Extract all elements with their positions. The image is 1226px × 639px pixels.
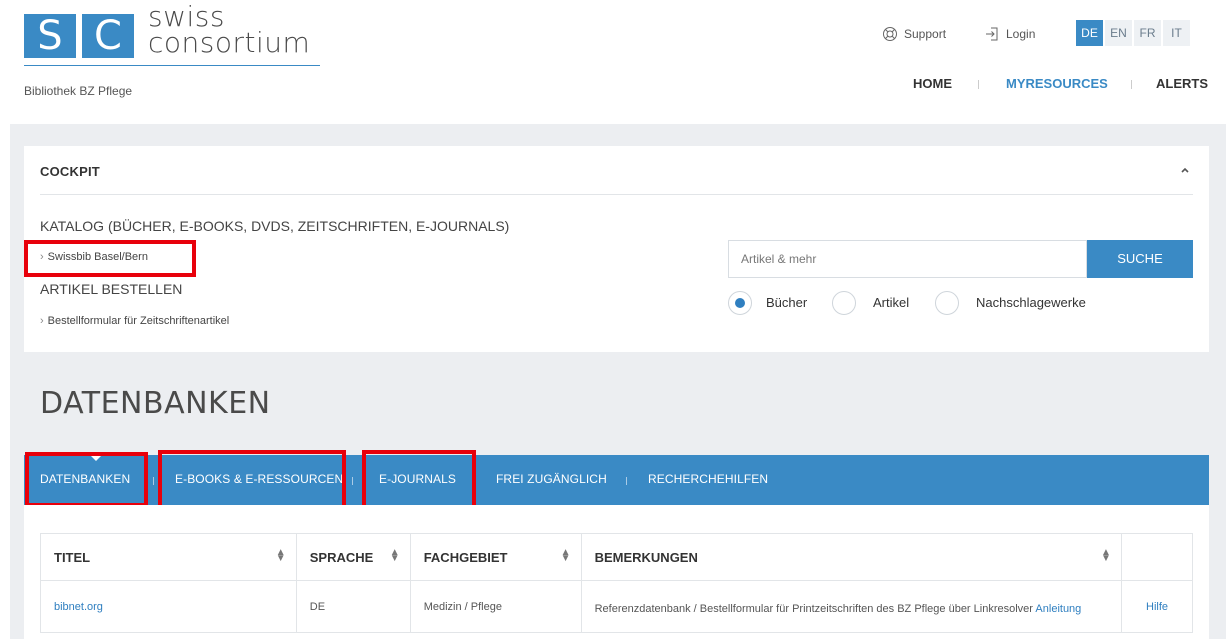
login-link[interactable]: Login	[984, 24, 1035, 44]
radio-nachschlagewerke[interactable]	[935, 291, 959, 315]
databases-title: DATENBANKEN	[40, 386, 271, 421]
help-link[interactable]: Hilfe	[1146, 601, 1168, 613]
anleitung-link[interactable]: Anleitung	[1035, 603, 1081, 615]
tab-recherchehilfen[interactable]: RECHERCHEHILFEN	[648, 472, 768, 486]
login-icon	[986, 27, 998, 41]
column-header-actions	[1121, 533, 1193, 581]
row-language: DE	[295, 580, 411, 633]
library-name: Bibliothek BZ Pflege	[24, 84, 133, 98]
lang-it[interactable]: IT	[1163, 20, 1190, 46]
bestellformular-link[interactable]: › Bestellformular für Zeitschriftenartike…	[40, 315, 229, 327]
cockpit-divider	[40, 194, 1193, 195]
support-link[interactable]: Support	[882, 24, 946, 44]
tab-frei-zugaenglich[interactable]: FREI ZUGÄNGLICH	[496, 472, 607, 486]
sort-icon[interactable]: ▲ ▼	[276, 548, 286, 564]
radio-buecher[interactable]	[728, 291, 752, 315]
logo-wordmark: swiss consortium	[148, 3, 311, 59]
highlight-box-datenbanken	[25, 452, 148, 507]
logo-letter-s: S	[24, 14, 76, 58]
table-header-row: TITEL ▲ ▼ SPRACHE ▲ ▼ FACHGEBIET ▲ ▼ BEMERKUNG…	[40, 533, 1193, 581]
radio-artikel[interactable]	[832, 291, 856, 315]
login-label: Login	[1006, 27, 1036, 41]
table-row: bibnet.org DE Medizin / Pflege Referenzd…	[40, 580, 1193, 633]
lang-de[interactable]: DE	[1076, 20, 1103, 46]
tab-separator	[352, 477, 353, 485]
nav-separator	[978, 80, 979, 89]
radio-nachschlagewerke-label: Nachschlagewerke	[976, 295, 1086, 310]
row-title[interactable]: bibnet.org	[40, 580, 297, 633]
support-label: Support	[904, 27, 947, 41]
chevron-right-icon: ›	[40, 315, 44, 327]
sort-icon[interactable]: ▲ ▼	[561, 548, 571, 564]
column-header-titel[interactable]: TITEL ▲ ▼	[40, 533, 297, 581]
nav-myresources[interactable]: MYRESOURCES	[1006, 76, 1108, 94]
swiss-consortium-logo[interactable]: S C swiss consortium	[24, 3, 320, 70]
cockpit-title: COCKPIT	[40, 164, 100, 179]
lang-fr[interactable]: FR	[1134, 20, 1161, 46]
lang-en[interactable]: EN	[1105, 20, 1132, 46]
title-link[interactable]: bibnet.org	[54, 601, 103, 613]
sort-icon[interactable]: ▲ ▼	[1101, 548, 1111, 564]
column-header-fachgebiet[interactable]: FACHGEBIET ▲ ▼	[409, 533, 582, 581]
site-header: S C swiss consortium Bibliothek BZ Pfleg…	[0, 0, 1226, 124]
column-header-sprache[interactable]: SPRACHE ▲ ▼	[295, 533, 411, 581]
tab-separator	[153, 477, 154, 485]
search-button[interactable]: SUCHE	[1087, 240, 1193, 278]
chevron-up-icon[interactable]	[1179, 164, 1191, 176]
nav-home[interactable]: HOME	[913, 76, 952, 94]
logo-underline	[24, 65, 320, 66]
logo-letter-c: C	[82, 14, 134, 58]
search-input[interactable]: Artikel & mehr	[728, 240, 1087, 278]
lifebuoy-icon	[883, 27, 897, 41]
column-header-bemerkungen[interactable]: BEMERKUNGEN ▲ ▼	[580, 533, 1123, 581]
logo-text-line2: consortium	[148, 26, 311, 59]
language-switcher: DE EN FR IT	[1076, 20, 1190, 46]
radio-buecher-label: Bücher	[766, 295, 808, 310]
highlight-box-swissbib	[24, 240, 196, 277]
bestellformular-link-label: Bestellformular für Zeitschriftenartikel	[47, 315, 230, 327]
database-table-panel: TITEL ▲ ▼ SPRACHE ▲ ▼ FACHGEBIET ▲ ▼ BEMERKUNG…	[24, 505, 1209, 639]
artikel-heading: ARTIKEL BESTELLEN	[40, 281, 183, 297]
database-table: TITEL ▲ ▼ SPRACHE ▲ ▼ FACHGEBIET ▲ ▼ BEMERKUNG…	[40, 533, 1193, 633]
cockpit-panel: COCKPIT KATALOG (BÜCHER, E-BOOKS, DVDS, …	[24, 146, 1209, 352]
nav-separator	[1131, 80, 1132, 89]
radio-artikel-label: Artikel	[873, 295, 910, 310]
remark-text: Referenzdatenbank / Bestellformular für …	[594, 602, 1033, 615]
highlight-box-ejournals	[362, 450, 476, 509]
row-help[interactable]: Hilfe	[1121, 580, 1193, 633]
row-remarks: Referenzdatenbank / Bestellformular für …	[580, 580, 1123, 633]
row-field: Medizin / Pflege	[409, 580, 582, 633]
sort-icon[interactable]: ▲ ▼	[390, 548, 400, 564]
nav-alerts[interactable]: ALERTS	[1156, 76, 1208, 94]
highlight-box-ebooks	[158, 450, 346, 509]
tab-separator	[626, 477, 627, 485]
katalog-heading: KATALOG (BÜCHER, E-BOOKS, DVDS, ZEITSCHR…	[40, 218, 510, 234]
